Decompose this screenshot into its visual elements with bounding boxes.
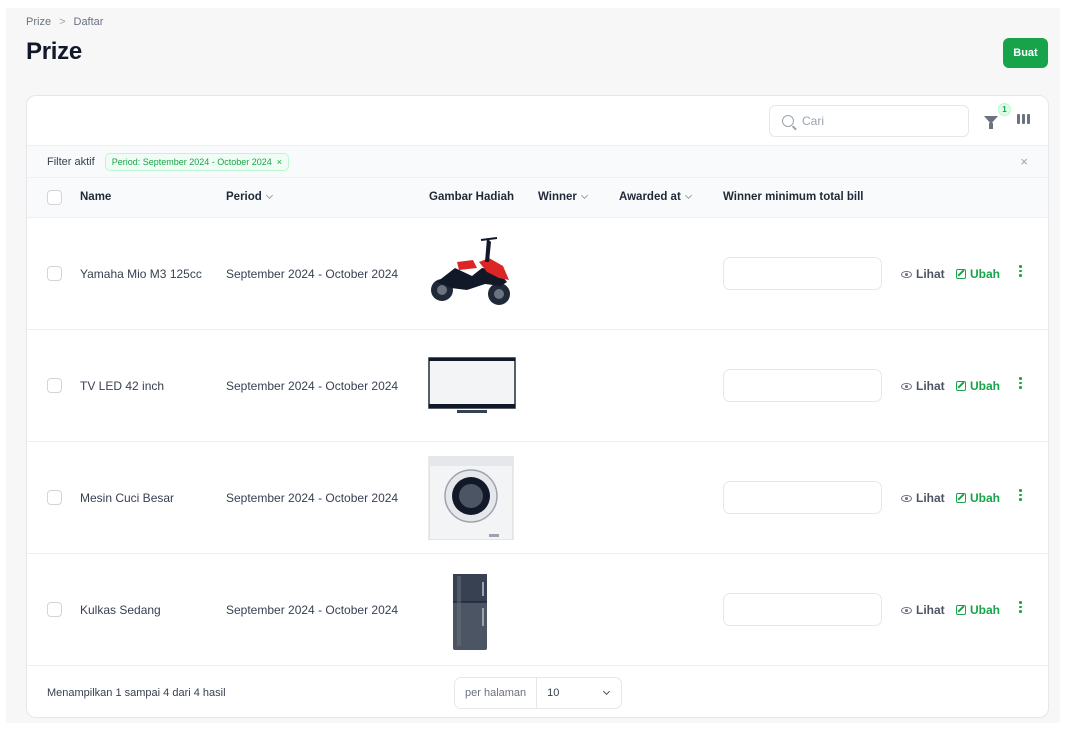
television-image [428,357,516,413]
min-bill-input[interactable] [723,593,882,626]
active-filters-label: Filter aktif [47,155,95,168]
filter-count-badge: 1 [998,103,1011,116]
table-row: Yamaha Mio M3 125cc September 2024 - Oct… [27,218,1048,330]
column-header-winner[interactable]: Winner [538,191,588,203]
create-button[interactable]: Buat [1003,38,1048,68]
motorcycle-image [431,237,510,305]
table-row: TV LED 42 inch September 2024 - October … [27,330,1048,442]
row-checkbox[interactable] [47,378,62,393]
eye-icon [901,494,912,502]
period-filter-chip-label: Period: September 2024 - October 2024 [111,156,272,167]
washing-machine-image [428,456,514,540]
search-icon [782,115,794,127]
column-header-period[interactable]: Period [226,191,273,203]
view-button[interactable]: Lihat [901,267,945,281]
chevron-down-icon [602,687,611,696]
per-page-select[interactable]: per halaman 10 [454,677,622,709]
eye-icon [901,382,912,390]
search-placeholder: Cari [802,114,825,128]
table-row: Kulkas Sedang September 2024 - October 2… [27,554,1048,666]
edit-button[interactable]: Ubah [956,603,1000,617]
per-page-value: 10 [547,687,560,699]
column-toggle-icon[interactable] [1017,114,1030,124]
remove-filter-icon[interactable]: × [277,157,282,167]
prize-period: September 2024 - October 2024 [226,491,399,505]
min-bill-input[interactable] [723,257,882,290]
sort-chevron-icon [580,191,588,200]
eye-icon [901,270,912,278]
table-row: Mesin Cuci Besar September 2024 - Octobe… [27,442,1048,554]
edit-icon [956,269,966,279]
per-page-dropdown[interactable]: 10 [537,687,621,699]
prize-period: September 2024 - October 2024 [226,379,399,393]
search-input[interactable]: Cari [769,105,969,137]
more-options-icon[interactable] [1019,601,1022,613]
prize-name: Kulkas Sedang [80,603,161,617]
column-header-awarded-at[interactable]: Awarded at [619,191,692,203]
prize-period: September 2024 - October 2024 [226,603,399,617]
sort-chevron-icon [684,191,692,200]
prize-period: September 2024 - October 2024 [226,267,399,281]
view-button[interactable]: Lihat [901,603,945,617]
more-options-icon[interactable] [1019,377,1022,389]
edit-icon [956,493,966,503]
clear-filters-icon[interactable]: × [1020,154,1028,169]
filter-icon [984,116,998,129]
edit-icon [956,605,966,615]
breadcrumb: Prize > Daftar [26,16,103,28]
edit-button[interactable]: Ubah [956,267,1000,281]
min-bill-input[interactable] [723,369,882,402]
column-header-image: Gambar Hadiah [429,191,514,203]
table-header: Name Period Gambar Hadiah Winner Awarded… [27,178,1048,218]
column-header-name[interactable]: Name [80,191,111,203]
breadcrumb-separator: > [59,16,66,28]
eye-icon [901,606,912,614]
min-bill-input[interactable] [723,481,882,514]
page-title: Prize [26,38,82,65]
edit-icon [956,381,966,391]
active-filters-bar: Filter aktif Period: September 2024 - Oc… [27,146,1048,178]
per-page-label: per halaman [455,678,538,708]
edit-button[interactable]: Ubah [956,491,1000,505]
row-checkbox[interactable] [47,490,62,505]
table-toolbar: Cari 1 [27,96,1048,146]
row-checkbox[interactable] [47,602,62,617]
page: Prize > Daftar Prize Buat Cari 1 Filter … [6,8,1060,723]
select-all-checkbox[interactable] [47,190,62,205]
filter-button[interactable] [982,111,1000,129]
breadcrumb-current: Daftar [73,16,104,28]
edit-button[interactable]: Ubah [956,379,1000,393]
pagination-footer: Menampilkan 1 sampai 4 dari 4 hasil per … [27,668,1048,717]
sort-chevron-icon [265,191,273,200]
prize-table-card: Cari 1 Filter aktif Period: September 20… [26,95,1049,718]
refrigerator-image [453,574,487,650]
row-checkbox[interactable] [47,266,62,281]
view-button[interactable]: Lihat [901,379,945,393]
more-options-icon[interactable] [1019,489,1022,501]
period-filter-chip: Period: September 2024 - October 2024 × [104,152,290,171]
results-summary: Menampilkan 1 sampai 4 dari 4 hasil [47,687,226,699]
prize-name: Yamaha Mio M3 125cc [80,267,202,281]
prize-name: Mesin Cuci Besar [80,491,175,505]
breadcrumb-root[interactable]: Prize [26,16,51,28]
view-button[interactable]: Lihat [901,491,945,505]
more-options-icon[interactable] [1019,265,1022,277]
column-header-min-bill: Winner minimum total bill [723,191,864,203]
prize-name: TV LED 42 inch [80,379,165,393]
